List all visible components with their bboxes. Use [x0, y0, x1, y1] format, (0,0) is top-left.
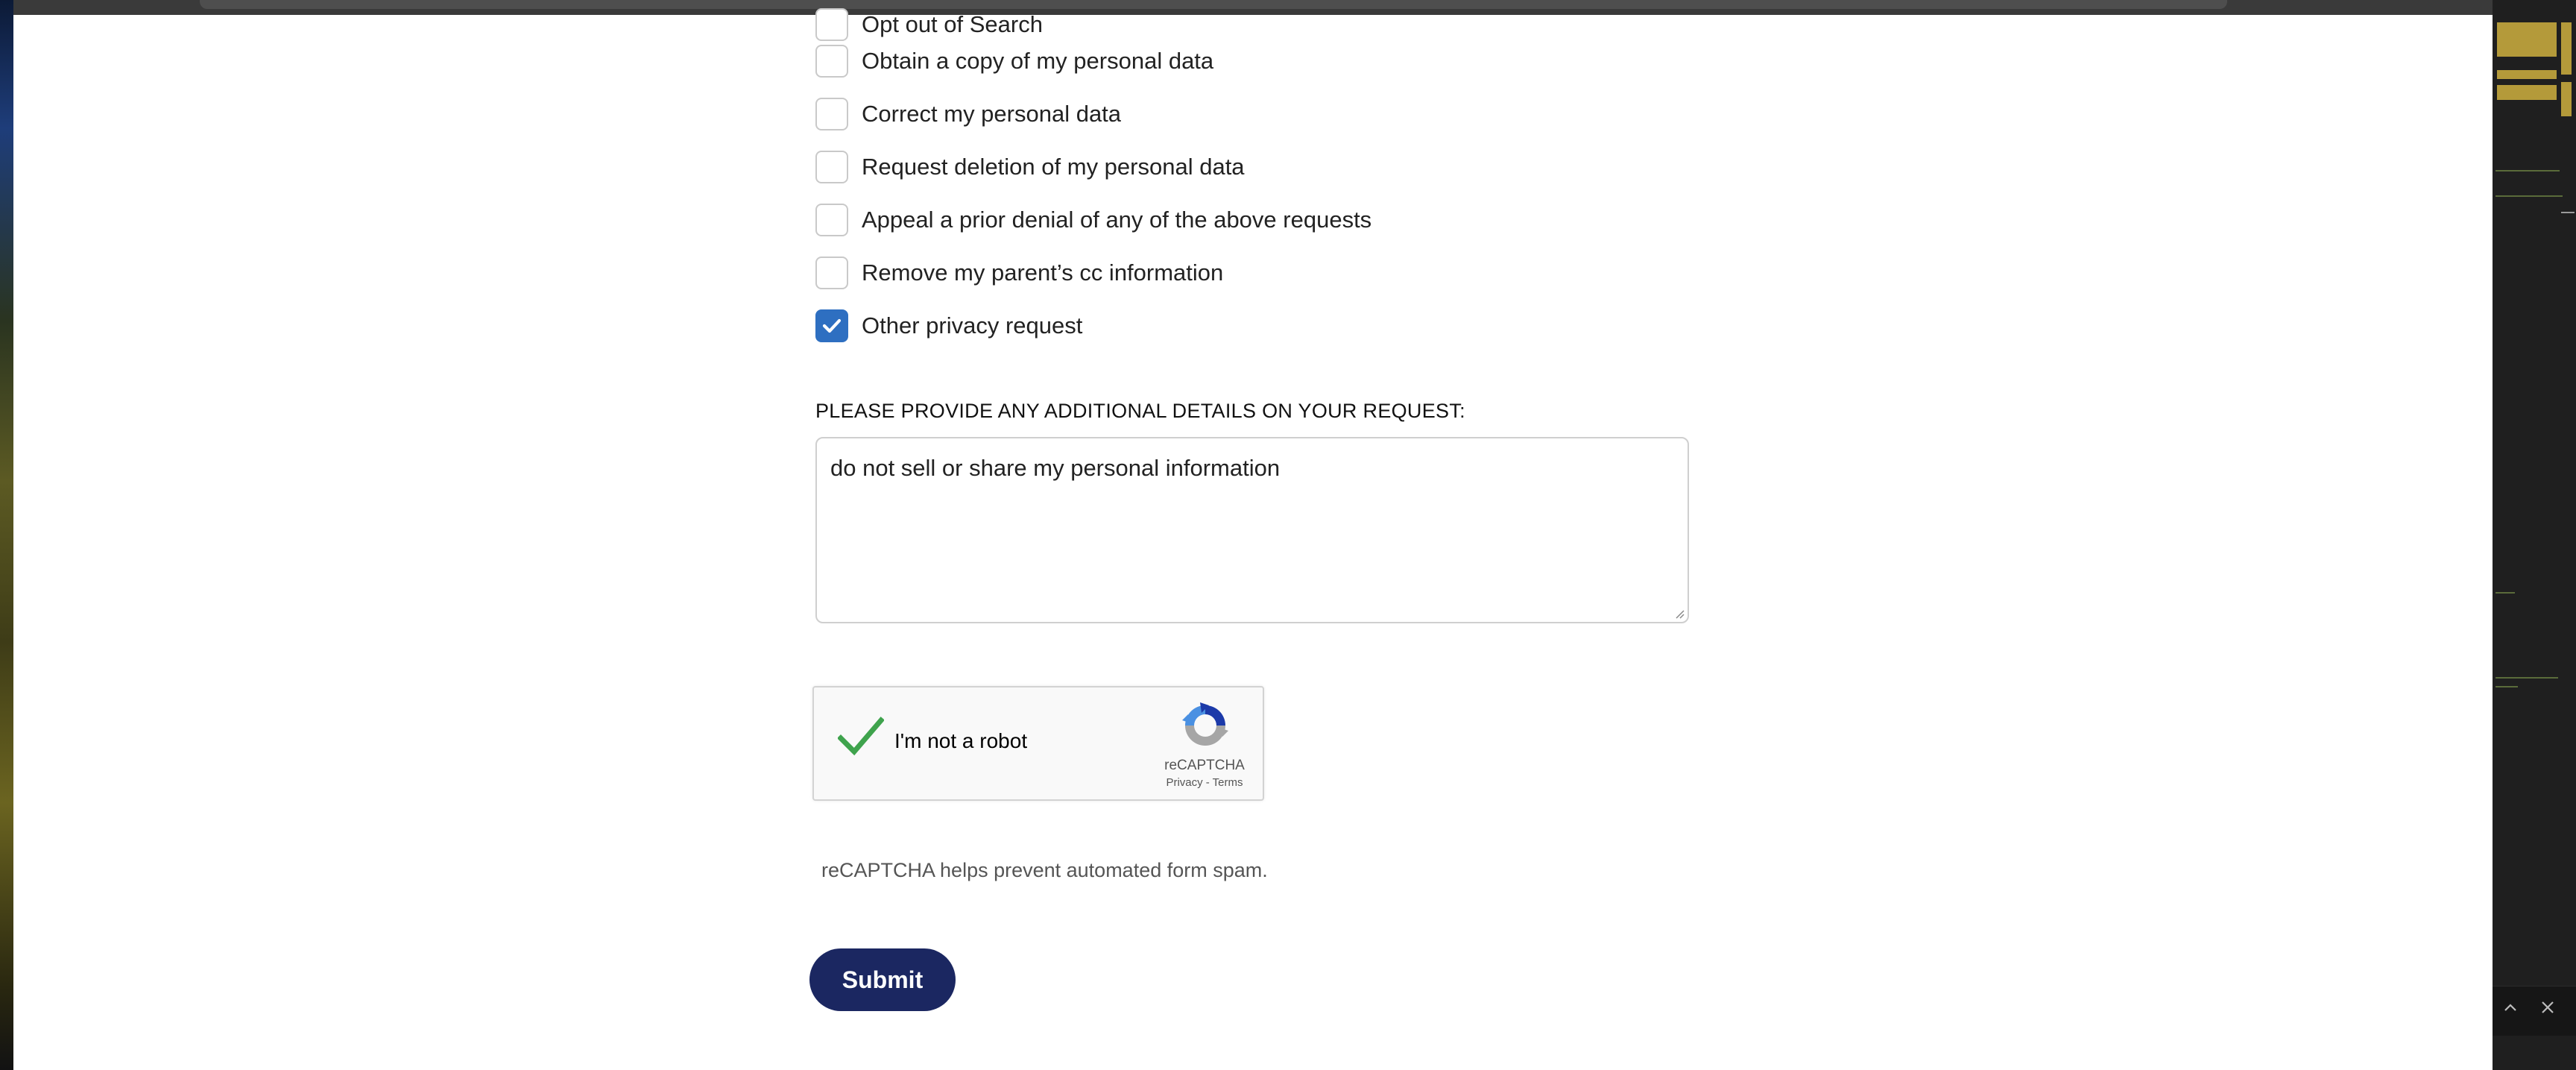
recaptcha-label: I'm not a robot — [894, 729, 1028, 752]
panel-highlight-block — [2561, 22, 2572, 75]
panel-highlight-block — [2561, 82, 2572, 116]
panel-code-line — [2561, 212, 2575, 213]
recaptcha-logo-icon — [1182, 702, 1228, 746]
details-text: do not sell or share my personal informa… — [830, 455, 1281, 481]
details-label: PLEASE PROVIDE ANY ADDITIONAL DETAILS ON… — [815, 400, 1465, 422]
checkbox-label: Other privacy request — [862, 312, 1083, 339]
checkbox-row-request-deletion[interactable]: Request deletion of my personal data — [815, 148, 1245, 186]
checkbox[interactable] — [815, 257, 848, 289]
panel-highlight-block — [2497, 22, 2557, 57]
side-editor-panel — [2493, 0, 2576, 1070]
checkbox-row-correct-data[interactable]: Correct my personal data — [815, 95, 1121, 133]
recaptcha-brand: reCAPTCHA — [1164, 758, 1245, 773]
panel-code-line — [2496, 195, 2563, 197]
recaptcha-privacy-terms-links[interactable]: Privacy - Terms — [1154, 776, 1255, 789]
checkbox[interactable] — [815, 151, 848, 183]
checkbox-row-remove-parent-cc[interactable]: Remove my parent’s cc information — [815, 254, 1223, 292]
recaptcha-widget: I'm not a robot reCAPTCHA Privacy - Term… — [812, 686, 1264, 801]
panel-code-line — [2496, 686, 2518, 687]
panel-code-line — [2496, 592, 2515, 594]
checkbox[interactable] — [815, 8, 848, 41]
submit-button[interactable]: Submit — [809, 948, 956, 1011]
resize-grip-icon[interactable] — [1674, 608, 1685, 619]
checkbox[interactable] — [815, 45, 848, 78]
recaptcha-helper-text: reCAPTCHA helps prevent automated form s… — [821, 859, 1268, 881]
check-icon[interactable] — [838, 716, 884, 759]
browser-top-bar — [13, 0, 2493, 15]
panel-code-line — [2496, 677, 2558, 679]
desktop-wallpaper-edge — [0, 0, 13, 1070]
details-textarea[interactable]: do not sell or share my personal informa… — [815, 437, 1689, 623]
panel-code-line — [2496, 170, 2560, 171]
checkbox-label: Request deletion of my personal data — [862, 154, 1245, 180]
checkbox-checked[interactable] — [815, 309, 848, 342]
checkbox-label: Opt out of Search — [862, 11, 1043, 37]
chevron-up-icon[interactable] — [2500, 998, 2521, 1019]
checkbox-row-opt-out-search[interactable]: Opt out of Search — [815, 6, 1043, 43]
panel-highlight-block — [2497, 70, 2557, 79]
checkbox[interactable] — [815, 204, 848, 236]
browser-top-bar-inner — [200, 0, 2227, 9]
checkbox[interactable] — [815, 98, 848, 130]
checkbox-label: Remove my parent’s cc information — [862, 259, 1224, 286]
checkbox-row-obtain-copy[interactable]: Obtain a copy of my personal data — [815, 43, 1213, 80]
checkbox-label: Obtain a copy of my personal data — [862, 48, 1214, 74]
checkbox-label: Appeal a prior denial of any of the abov… — [862, 207, 1372, 233]
checkbox-row-other-request[interactable]: Other privacy request — [815, 307, 1082, 344]
checkbox-label: Correct my personal data — [862, 101, 1122, 127]
checkbox-row-appeal-denial[interactable]: Appeal a prior denial of any of the abov… — [815, 201, 1371, 239]
privacy-request-page: Opt out of Search Obtain a copy of my pe… — [13, 8, 2493, 1070]
close-icon[interactable] — [2537, 998, 2558, 1019]
checkmark-icon — [822, 318, 842, 333]
panel-highlight-block — [2497, 85, 2557, 100]
